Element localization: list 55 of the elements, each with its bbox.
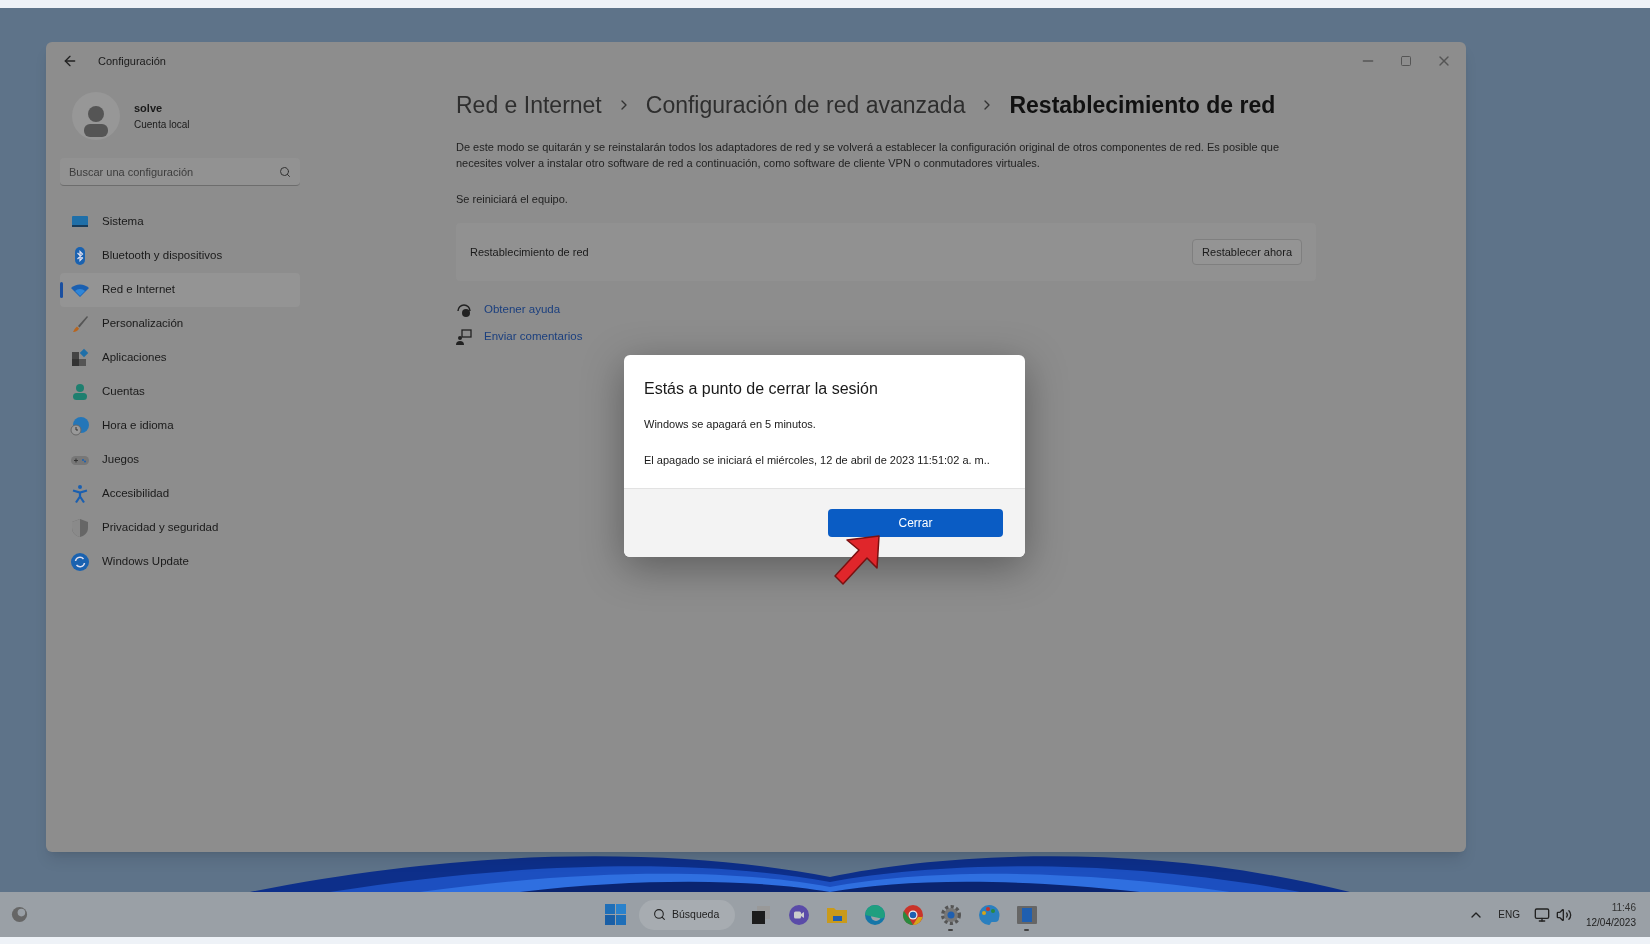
taskbar-search[interactable]: Búsqueda [639, 899, 735, 930]
user-name: solve [134, 101, 164, 117]
nav-item[interactable]: Personalización [60, 307, 300, 341]
start-icon[interactable] [605, 904, 626, 925]
breadcrumb-item: Restablecimiento de red [1009, 91, 1276, 120]
card-label: Restablecimiento de red [470, 244, 589, 260]
person-icon [70, 382, 90, 402]
apps-icon [70, 348, 90, 368]
pointer-arrow [833, 534, 881, 586]
search-field[interactable]: Buscar una configuración [60, 158, 300, 186]
reset-now-button[interactable]: Restablecer ahora [1192, 239, 1302, 265]
dialog-text: Windows se apagará en 5 minutos. [644, 417, 817, 432]
breadcrumb-item[interactable]: Configuración de red avanzada [645, 88, 966, 123]
restart-note: Se reiniciará el equipo. [456, 191, 569, 207]
search-icon [279, 166, 291, 178]
nav-item[interactable]: Bluetooth y dispositivos [60, 239, 300, 273]
globe-clock-icon [70, 416, 90, 436]
dialog-title: Estás a punto de cerrar la sesión [644, 379, 879, 399]
dialog-text: El apagado se iniciará el miércoles, 12 de abril de 2023 11:51:02 a. m.. [644, 452, 991, 468]
nav-item[interactable]: Red e Internet [60, 273, 300, 307]
clock-time[interactable]: 11:46 [1611, 899, 1636, 915]
maximize-icon[interactable] [1400, 55, 1412, 67]
shield-icon [70, 518, 90, 538]
chat-icon[interactable] [786, 902, 811, 927]
nav-item[interactable]: Juegos [60, 443, 300, 477]
update-icon [70, 552, 90, 572]
settings-icon[interactable] [938, 902, 963, 927]
browser-icon[interactable] [862, 902, 887, 927]
description: De este modo se quitarán y se reinstalarán todos los adaptadores de red y se volverá a establecer la configuración original de otros componentes de red. Es posible que necesites volver a instalar otro software de red a continuación, como software de cliente VPN o conmutadores virtuales. [456, 139, 1281, 171]
link[interactable]: Enviar comentarios [484, 328, 583, 346]
window-title: Configuración [98, 53, 166, 69]
back-icon[interactable] [62, 53, 78, 69]
selection-indicator [60, 282, 63, 298]
person-silhouette-icon [82, 104, 110, 140]
network-icon[interactable] [1533, 906, 1550, 923]
account-type: Cuenta local [134, 117, 190, 132]
breadcrumb-item[interactable]: Red e Internet [456, 88, 602, 123]
palette-icon[interactable] [976, 902, 1001, 927]
nav-item[interactable]: Hora e idioma [60, 409, 300, 443]
brush-icon [70, 314, 90, 334]
nav-item[interactable]: Cuentas [60, 375, 300, 409]
accessibility-icon [70, 484, 90, 504]
nav-item[interactable]: Sistema [60, 205, 300, 239]
feedback-icon [456, 328, 472, 345]
language-indicator[interactable]: ENG [1498, 907, 1520, 922]
link[interactable]: Obtener ayuda [484, 301, 561, 319]
nav-item[interactable]: Windows Update [60, 545, 300, 579]
nav-item[interactable]: Aplicaciones [60, 341, 300, 375]
search-icon [653, 908, 666, 921]
close-button[interactable]: Cerrar [828, 509, 1003, 537]
nav-item[interactable]: Privacidad y seguridad [60, 511, 300, 545]
chrome-icon[interactable] [900, 902, 925, 927]
nav-item[interactable]: Accesibilidad [60, 477, 300, 511]
clock-date[interactable]: 12/04/2023 [1585, 914, 1636, 930]
volume-icon[interactable] [1555, 906, 1572, 923]
